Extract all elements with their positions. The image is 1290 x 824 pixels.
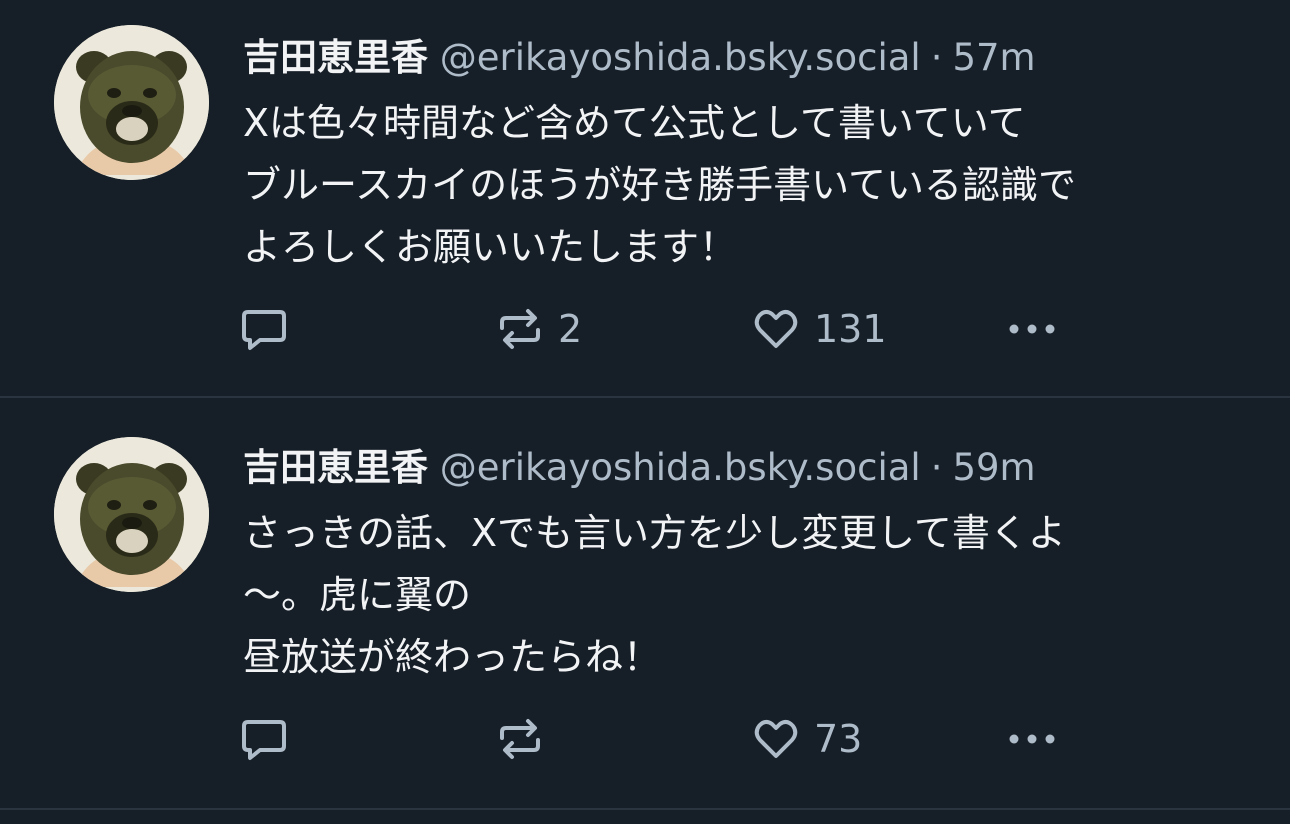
heart-icon: [754, 719, 798, 758]
more-icon: [1009, 324, 1055, 334]
post-body: 吉田恵里香 @erikayoshida.bsky.social · 59m さっきの…: [243, 440, 1260, 688]
reply-button[interactable]: [240, 304, 302, 354]
post-text: さっきの話、Xでも言い方を少し変更して書くよ 〜。虎に翼の 昼放送が終わったらね…: [243, 502, 1260, 688]
avatar[interactable]: [54, 437, 209, 592]
like-button[interactable]: 73: [752, 714, 862, 764]
avatar-image: [54, 25, 209, 180]
timestamp[interactable]: 59m: [952, 446, 1035, 489]
post[interactable]: 吉田恵里香 @erikayoshida.bsky.social · 57m Xは色々…: [0, 0, 1290, 398]
post[interactable]: 吉田恵里香 @erikayoshida.bsky.social · 59m さっきの…: [0, 398, 1290, 810]
repost-count: 2: [558, 307, 583, 351]
post-actions: 2 131: [240, 304, 1080, 354]
repost-icon: [500, 719, 540, 759]
more-options-button[interactable]: [1004, 714, 1060, 764]
like-count: 73: [814, 717, 863, 761]
display-name[interactable]: 吉田恵里香: [243, 446, 428, 489]
avatar[interactable]: [54, 25, 209, 180]
post-header: 吉田恵里香 @erikayoshida.bsky.social · 57m: [243, 30, 1260, 86]
repost-button[interactable]: 2: [496, 304, 582, 354]
post-text-line: Xは色々時間など含めて公式として書いていて: [243, 101, 1026, 145]
post-header: 吉田恵里香 @erikayoshida.bsky.social · 59m: [243, 440, 1260, 496]
post-text-line: 昼放送が終わったらね！: [243, 635, 662, 679]
handle[interactable]: @erikayoshida.bsky.social: [440, 446, 921, 489]
more-options-button[interactable]: [1004, 304, 1060, 354]
like-button[interactable]: 131: [752, 304, 887, 354]
post-text-line: ブルースカイのほうが好き勝手書いている認識で: [243, 163, 1076, 207]
post-text-line: よろしくお願いいたします！: [243, 225, 738, 269]
repost-icon: [500, 309, 540, 349]
post-actions: 73: [240, 714, 1080, 764]
post-text-line: 〜。虎に翼の: [243, 573, 472, 617]
avatar-image: [54, 437, 209, 592]
reply-button[interactable]: [240, 714, 302, 764]
like-count: 131: [814, 307, 887, 351]
timestamp[interactable]: 57m: [952, 36, 1035, 79]
handle[interactable]: @erikayoshida.bsky.social: [440, 36, 921, 79]
reply-icon: [242, 310, 286, 350]
repost-button[interactable]: [496, 714, 558, 764]
separator: ·: [930, 36, 943, 79]
post-body: 吉田恵里香 @erikayoshida.bsky.social · 57m Xは色々…: [243, 30, 1260, 278]
post-text-line: さっきの話、Xでも言い方を少し変更して書くよ: [243, 511, 1066, 555]
more-icon: [1009, 734, 1055, 744]
heart-icon: [754, 309, 798, 348]
separator: ·: [930, 446, 943, 489]
display-name[interactable]: 吉田恵里香: [243, 36, 428, 79]
reply-icon: [242, 720, 286, 760]
post-text: Xは色々時間など含めて公式として書いていて ブルースカイのほうが好き勝手書いてい…: [243, 92, 1260, 278]
